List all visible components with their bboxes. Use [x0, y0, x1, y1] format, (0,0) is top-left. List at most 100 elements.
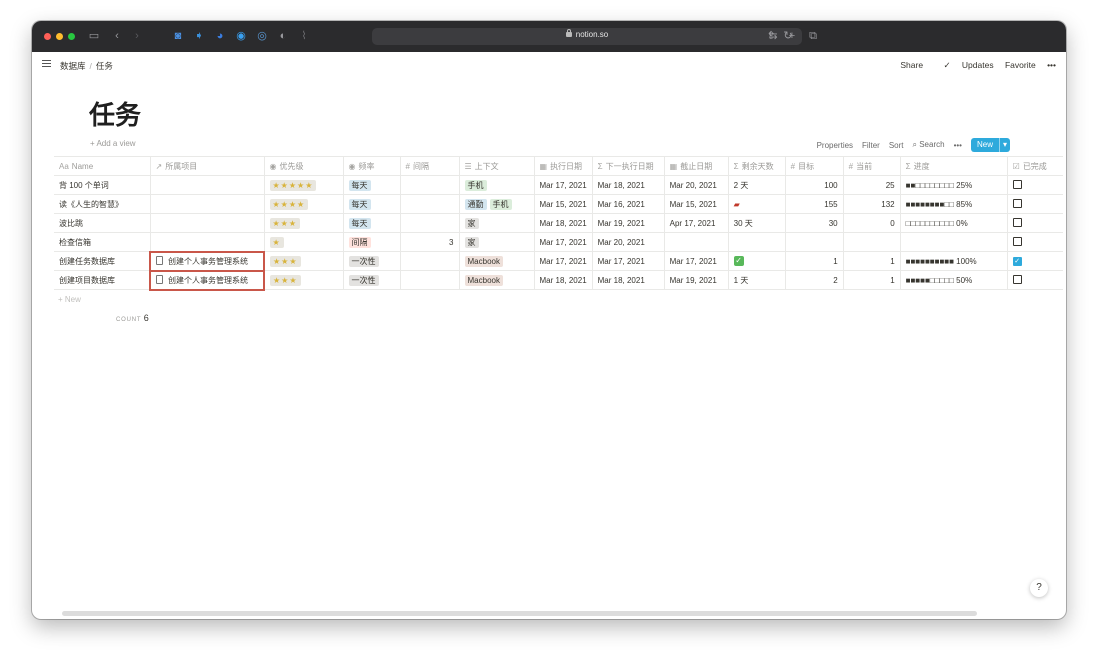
priority-cell[interactable]: ★★★	[263, 213, 343, 233]
column-header[interactable]: Σ 剩余天数	[727, 156, 786, 176]
updates-button[interactable]: ✓ Updates	[934, 60, 993, 70]
remaining-cell[interactable]: 30 天	[727, 213, 786, 233]
add-row-button[interactable]: + New	[58, 295, 81, 304]
priority-cell[interactable]: ★★★	[263, 251, 343, 271]
next-date-cell[interactable]: Mar 16, 2021	[591, 194, 665, 214]
share-button[interactable]: Share	[900, 60, 923, 70]
done-checkbox[interactable]	[1012, 198, 1022, 208]
rss-icon[interactable]: ⌇	[298, 30, 310, 43]
table-row[interactable]: 创建项目数据库 创建个人事务管理系统 ★★★ 一次性 Macbook Mar 1…	[54, 269, 1064, 291]
current-cell[interactable]: 1	[842, 270, 901, 290]
done-cell[interactable]	[1006, 270, 1064, 290]
column-header[interactable]: ◉ 优先级	[263, 156, 343, 176]
current-cell[interactable]: 25	[842, 175, 901, 195]
context-cell[interactable]: 通勤 手机	[458, 194, 534, 214]
frequency-cell[interactable]: 间隔	[342, 232, 400, 252]
interval-cell[interactable]	[399, 194, 459, 214]
due-date-cell[interactable]: Mar 15, 2021	[663, 194, 729, 214]
progress-cell[interactable]: ■■■■■■■■□□ 85%	[899, 194, 1008, 214]
done-cell[interactable]	[1006, 194, 1064, 214]
add-view-button[interactable]: + Add a view	[90, 139, 136, 148]
progress-cell[interactable]: ■■□□□□□□□□ 25%	[899, 175, 1008, 195]
frequency-cell[interactable]: 每天	[342, 175, 400, 195]
frequency-cell[interactable]: 一次性	[342, 270, 400, 290]
frequency-cell[interactable]: 每天	[342, 213, 400, 233]
name-cell[interactable]: 检查信箱	[54, 232, 150, 252]
priority-cell[interactable]: ★★★★	[263, 194, 343, 214]
exec-date-cell[interactable]: Mar 17, 2021	[533, 175, 593, 195]
done-checkbox[interactable]	[1012, 236, 1022, 246]
exec-date-cell[interactable]: Mar 15, 2021	[533, 194, 593, 214]
new-button[interactable]: New ▾	[970, 138, 1010, 152]
next-date-cell[interactable]: Mar 18, 2021	[591, 270, 665, 290]
due-date-cell[interactable]: Mar 17, 2021	[663, 251, 729, 271]
current-cell[interactable]: 1	[842, 251, 901, 271]
current-cell[interactable]	[842, 232, 901, 252]
progress-cell[interactable]: □□□□□□□□□□ 0%	[899, 213, 1008, 233]
extension-arrow-icon[interactable]: ➧	[193, 30, 205, 43]
table-row[interactable]: 波比跳 ★★★ 每天 家 Mar 18, 2021 Mar 19, 2021 A…	[54, 213, 1064, 233]
column-header[interactable]: ◉ 频率	[342, 156, 400, 176]
column-header[interactable]: Σ 下一执行日期	[591, 156, 665, 176]
view-more-button[interactable]: •••	[954, 141, 962, 150]
extension-circle-icon[interactable]: ◉	[235, 30, 247, 43]
priority-cell[interactable]: ★★★★★	[263, 175, 343, 195]
target-cell[interactable]	[784, 232, 844, 252]
project-link[interactable]: 创建个人事务管理系统	[168, 276, 248, 285]
due-date-cell[interactable]	[663, 232, 729, 252]
column-header[interactable]: Σ 进度	[899, 156, 1008, 176]
current-cell[interactable]: 132	[842, 194, 901, 214]
column-header[interactable]: Aa Name	[54, 156, 150, 176]
new-tab-icon[interactable]: +	[786, 30, 798, 43]
tabs-overview-icon[interactable]: ⧉	[807, 30, 819, 43]
done-cell[interactable]	[1006, 213, 1064, 233]
project-cell[interactable]	[149, 232, 264, 252]
due-date-cell[interactable]: Mar 20, 2021	[663, 175, 729, 195]
name-cell[interactable]: 创建任务数据库	[54, 251, 150, 271]
project-link[interactable]: 创建个人事务管理系统	[168, 257, 248, 266]
exec-date-cell[interactable]: Mar 18, 2021	[533, 270, 593, 290]
target-cell[interactable]: 2	[784, 270, 844, 290]
progress-cell[interactable]: ■■■■■□□□□□ 50%	[899, 270, 1008, 290]
remaining-cell[interactable]: ✓	[727, 251, 786, 271]
project-cell[interactable]: 创建个人事务管理系统	[149, 250, 265, 272]
close-window-button[interactable]	[44, 33, 51, 40]
current-cell[interactable]: 0	[842, 213, 901, 233]
next-date-cell[interactable]: Mar 18, 2021	[591, 175, 665, 195]
interval-cell[interactable]	[399, 213, 459, 233]
properties-button[interactable]: Properties	[817, 141, 853, 150]
column-header[interactable]: ☑ 已完成	[1006, 156, 1064, 176]
exec-date-cell[interactable]: Mar 17, 2021	[533, 232, 593, 252]
table-row[interactable]: 读《人生的智慧》 ★★★★ 每天 通勤 手机 Mar 15, 2021 Mar 1…	[54, 194, 1064, 214]
next-date-cell[interactable]: Mar 17, 2021	[591, 251, 665, 271]
due-date-cell[interactable]: Mar 19, 2021	[663, 270, 729, 290]
extension-chat-icon[interactable]: ◕	[214, 30, 226, 43]
project-cell[interactable]	[149, 175, 264, 195]
remaining-cell[interactable]: ▰	[727, 194, 786, 214]
search-button[interactable]: ⌕ Search	[913, 140, 945, 150]
next-date-cell[interactable]: Mar 19, 2021	[591, 213, 665, 233]
menu-icon[interactable]	[42, 60, 51, 67]
page-title[interactable]: 任务	[89, 95, 141, 132]
name-cell[interactable]: 背 100 个单词	[54, 175, 150, 195]
context-cell[interactable]: 手机	[458, 175, 534, 195]
column-header[interactable]: ☰ 上下文	[458, 156, 534, 176]
target-cell[interactable]: 155	[784, 194, 844, 214]
frequency-cell[interactable]: 一次性	[342, 251, 400, 271]
extension-eye-icon[interactable]: ◎	[256, 30, 268, 43]
done-checkbox[interactable]	[1012, 274, 1022, 284]
table-row[interactable]: 检查信箱 ★ 间隔 3 家 Mar 17, 2021 Mar 20, 2021	[54, 232, 1064, 252]
context-cell[interactable]: Macbook	[458, 270, 534, 290]
chevron-down-icon[interactable]: ▾	[998, 138, 1010, 152]
column-header[interactable]: ▦ 执行日期	[533, 156, 593, 176]
progress-cell[interactable]	[899, 232, 1008, 252]
back-icon[interactable]: ‹	[112, 30, 122, 43]
progress-cell[interactable]: ■■■■■■■■■■ 100%	[899, 251, 1008, 271]
priority-cell[interactable]: ★	[263, 232, 343, 252]
remaining-cell[interactable]: 2 天	[727, 175, 786, 195]
exec-date-cell[interactable]: Mar 18, 2021	[533, 213, 593, 233]
context-cell[interactable]: 家	[458, 213, 534, 233]
more-options-button[interactable]: •••	[1047, 60, 1056, 70]
project-cell[interactable]	[149, 194, 264, 214]
column-header[interactable]: # 间隔	[399, 156, 459, 176]
